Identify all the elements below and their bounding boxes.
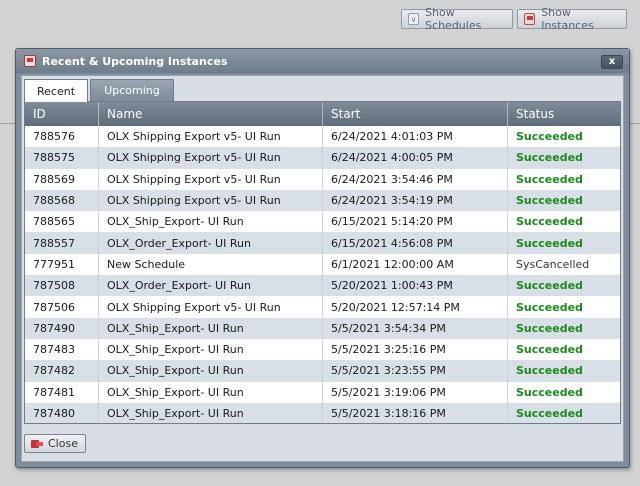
cell-id: 788569 [25,168,99,190]
table-row[interactable]: 787482 OLX_Ship_Export- UI Run 5/5/2021 3:… [25,360,620,382]
table-row[interactable]: 787508 OLX_Order_Export- UI Run 5/20/2021 … [25,275,620,297]
cell-status: Succeeded [516,300,583,314]
table-row[interactable]: 788576 OLX Shipping Export v5- UI Run 6/24… [25,126,620,148]
column-header-id[interactable]: ID [25,102,99,126]
cell-name: OLX Shipping Export v5- UI Run [99,296,323,318]
instances-table: ID Name Start Status 788576 OLX Shipping … [24,101,621,424]
table-row[interactable]: 788568 OLX Shipping Export v5- UI Run 6/24… [25,189,620,212]
cell-start: 5/5/2021 3:25:16 PM [323,338,508,361]
cell-status: Succeeded [516,130,583,144]
cell-start: 5/20/2021 1:00:43 PM [323,275,508,297]
cell-status: Succeeded [516,279,583,293]
cell-name: OLX_Ship_Export- UI Run [99,381,323,403]
tab-recent[interactable]: Recent [24,79,88,102]
cell-start: 6/1/2021 12:00:00 AM [323,253,508,276]
cell-start: 5/20/2021 12:57:14 PM [323,296,508,318]
table-row[interactable]: 777951 New Schedule 6/1/2021 12:00:00 AM Sy… [25,253,620,276]
cell-name: OLX Shipping Export v5- UI Run [99,189,323,212]
cell-name: OLX Shipping Export v5- UI Run [99,168,323,190]
cell-status: Succeeded [516,385,583,399]
cell-status: Succeeded [516,172,583,186]
cell-status: Succeeded [516,407,583,420]
cell-start: 6/24/2021 4:01:03 PM [323,126,508,148]
cell-id: 787482 [25,360,99,382]
cell-start: 5/5/2021 3:54:34 PM [323,317,508,339]
cell-id: 787480 [25,402,99,423]
cell-status: Succeeded [516,215,583,229]
table-row[interactable]: 788575 OLX Shipping Export v5- UI Run 6/24… [25,147,620,169]
cell-start: 5/5/2021 3:23:55 PM [323,360,508,382]
instances-icon [524,13,536,25]
instances-icon [24,55,36,67]
cell-status: Succeeded [516,236,583,250]
cell-name: OLX_Ship_Export- UI Run [99,317,323,339]
cell-name: OLX_Ship_Export- UI Run [99,360,323,382]
tab-upcoming[interactable]: Upcoming [90,79,174,101]
cell-status: Succeeded [516,364,583,378]
cell-start: 6/24/2021 4:00:05 PM [323,147,508,169]
table-row[interactable]: 787490 OLX_Ship_Export- UI Run 5/5/2021 3:… [25,317,620,339]
close-button-label: Close [48,437,78,450]
show-instances-button[interactable]: Show Instances [517,6,627,32]
cell-id: 787490 [25,317,99,339]
cell-start: 6/15/2021 4:56:08 PM [323,232,508,254]
dialog-titlebar[interactable]: Recent & Upcoming Instances x [16,49,629,73]
cell-name: OLX_Order_Export- UI Run [99,275,323,297]
table-row[interactable]: 788565 OLX_Ship_Export- UI Run 6/15/2021 5… [25,211,620,233]
table-row[interactable]: 787480 OLX_Ship_Export- UI Run 5/5/2021 3:… [25,402,620,423]
table-row[interactable]: 787506 OLX Shipping Export v5- UI Run 5/20… [25,296,620,318]
column-header-name[interactable]: Name [99,102,323,126]
cell-id: 787508 [25,275,99,297]
cell-status: Succeeded [516,194,583,208]
cell-status: SysCancelled [516,257,590,271]
column-header-status[interactable]: Status [508,102,620,126]
dialog-title: Recent & Upcoming Instances [42,54,228,68]
cell-name: OLX_Ship_Export- UI Run [99,211,323,233]
table-row[interactable]: 788569 OLX Shipping Export v5- UI Run 6/24… [25,168,620,190]
close-icon[interactable]: x [601,55,623,69]
cell-id: 788575 [25,147,99,169]
cell-name: OLX Shipping Export v5- UI Run [99,147,323,169]
show-instances-label: Show Instances [541,6,594,32]
show-schedules-label: Show Schedules [425,6,482,32]
chevron-down-icon: ∨ [408,13,420,25]
close-door-icon [31,439,43,449]
cell-id: 787506 [25,296,99,318]
column-header-start[interactable]: Start [323,102,508,126]
cell-start: 5/5/2021 3:19:06 PM [323,381,508,403]
table-row[interactable]: 787481 OLX_Ship_Export- UI Run 5/5/2021 3:… [25,381,620,403]
cell-start: 6/24/2021 3:54:19 PM [323,189,508,212]
cell-name: OLX Shipping Export v5- UI Run [99,126,323,148]
cell-status: Succeeded [516,151,583,165]
show-schedules-button[interactable]: ∨ Show Schedules [401,6,513,32]
cell-status: Succeeded [516,321,583,335]
table-header: ID Name Start Status [25,102,620,126]
cell-id: 788557 [25,232,99,254]
cell-id: 788568 [25,189,99,212]
cell-id: 777951 [25,253,99,276]
table-row[interactable]: 788557 OLX_Order_Export- UI Run 6/15/2021 … [25,232,620,254]
cell-status: Succeeded [516,343,583,357]
cell-name: New Schedule [99,253,323,276]
instances-dialog: Recent & Upcoming Instances x Recent Upc… [15,48,630,468]
cell-name: OLX_Ship_Export- UI Run [99,402,323,423]
cell-name: OLX_Ship_Export- UI Run [99,338,323,361]
cell-id: 787483 [25,338,99,361]
cell-start: 6/15/2021 5:14:20 PM [323,211,508,233]
table-row[interactable]: 787483 OLX_Ship_Export- UI Run 5/5/2021 3:… [25,338,620,361]
cell-id: 787481 [25,381,99,403]
cell-start: 6/24/2021 3:54:46 PM [323,168,508,190]
table-body: 788576 OLX Shipping Export v5- UI Run 6/24… [25,126,620,423]
close-button[interactable]: Close [24,434,86,453]
cell-name: OLX_Order_Export- UI Run [99,232,323,254]
cell-id: 788576 [25,126,99,148]
cell-id: 788565 [25,211,99,233]
dialog-body: Recent Upcoming ID Name Start Status 788… [21,75,624,462]
cell-start: 5/5/2021 3:18:16 PM [323,402,508,423]
